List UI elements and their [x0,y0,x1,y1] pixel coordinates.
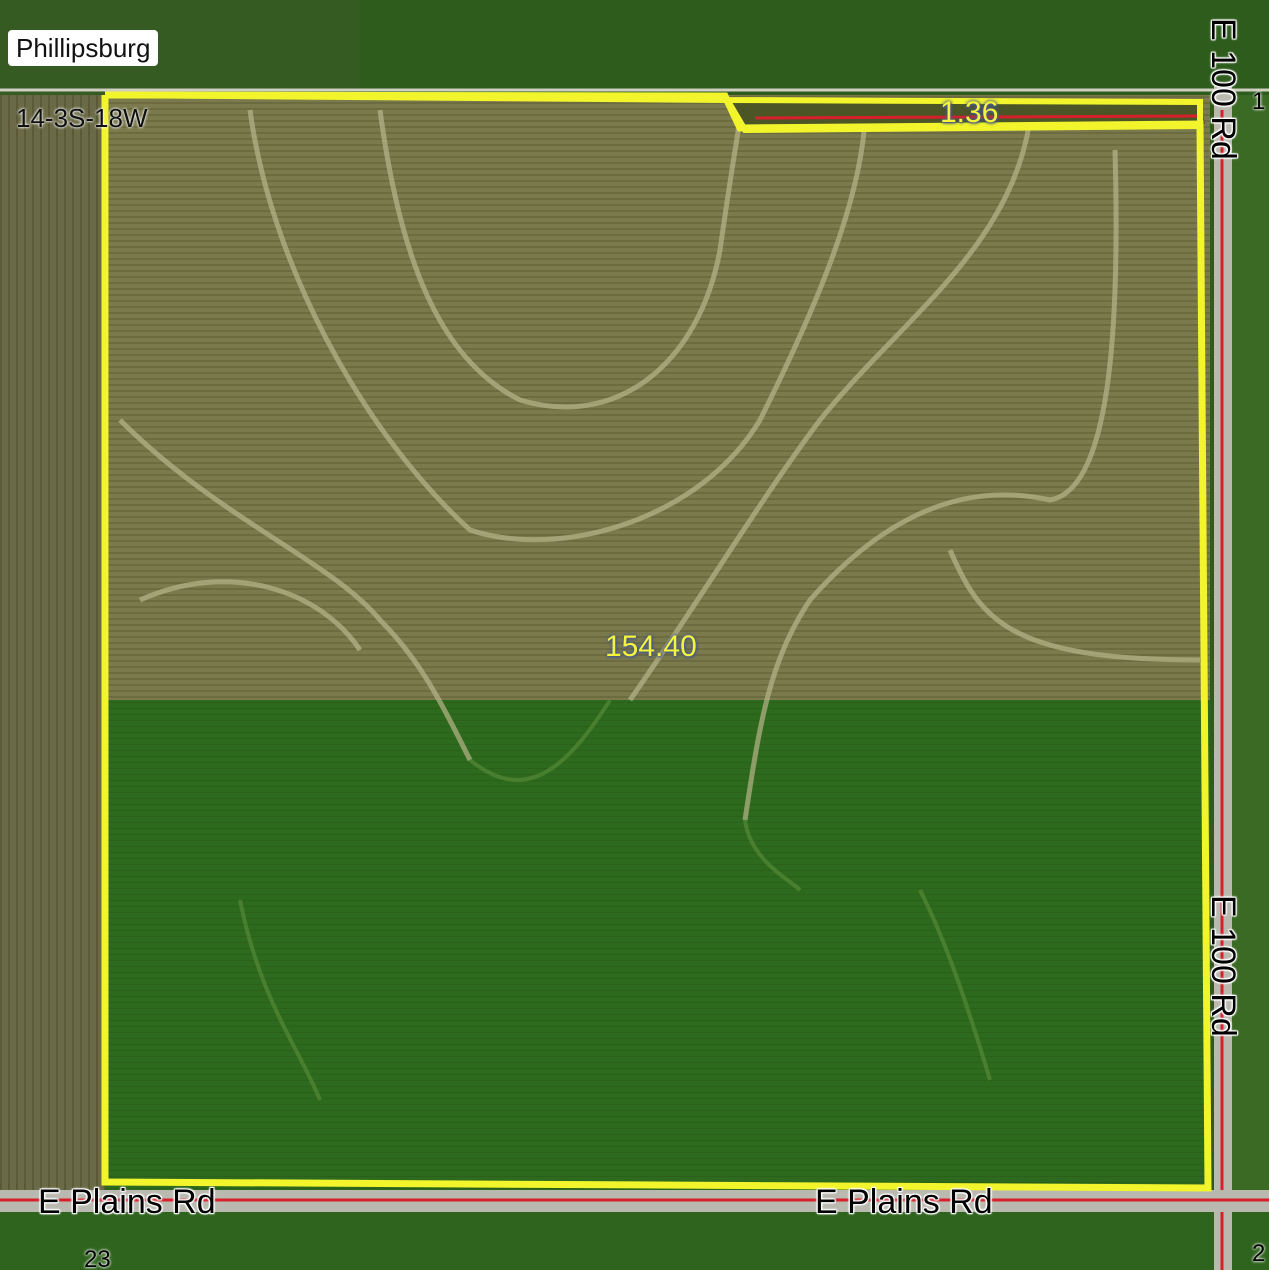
town-label: Phillipsburg [8,30,159,66]
road-label-east-bottom: E 100 Rd [1204,895,1242,1037]
tract-upper-field [105,95,1210,700]
section-number-bottom-right: 2 [1252,1240,1266,1267]
section-number-top-right: 1 [1252,88,1266,115]
section-label: 14-3S-18W [16,103,148,133]
tract-acres-sliver: 1.36 [940,96,999,129]
tract-lower-field [105,700,1210,1190]
section-number-bottom-left: 23 [84,1246,111,1270]
west-field [0,95,105,1195]
tract-acres-main: 154.40 [605,630,697,663]
road-label-south-right: E Plains Rd [815,1183,993,1221]
road-label-east-top: E 100 Rd [1204,18,1242,160]
aerial-map[interactable]: Phillipsburg 14-3S-18W E 100 Rd E 100 Rd… [0,0,1269,1270]
road-label-south-left: E Plains Rd [38,1183,216,1221]
